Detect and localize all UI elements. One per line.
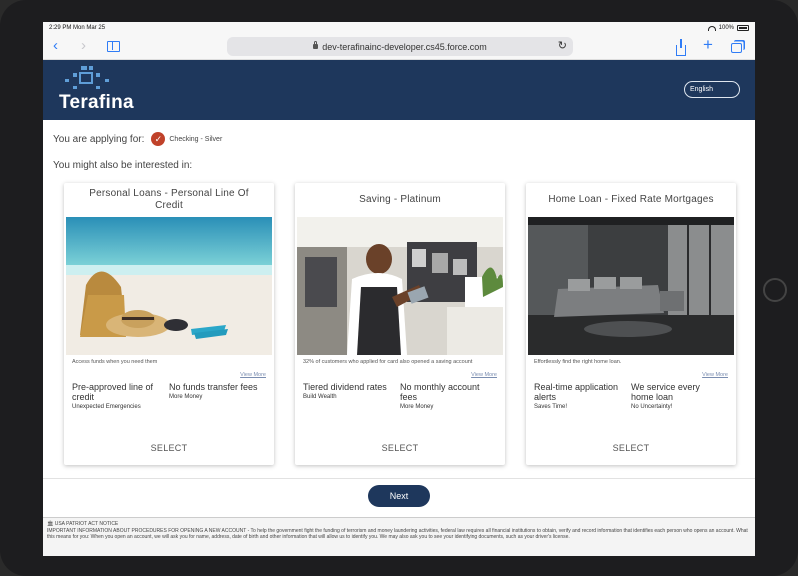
- card-features: Pre-approved line of credit Unexpected E…: [64, 382, 274, 411]
- applying-for: You are applying for: ✓ Checking - Silve…: [53, 132, 222, 146]
- notice-text: IMPORTANT INFORMATION ABOUT PROCEDURES F…: [47, 527, 748, 541]
- feature: No monthly account fees More Money: [400, 382, 497, 411]
- divider: [43, 478, 755, 479]
- card-title: Personal Loans - Personal Line Of Credit: [89, 188, 249, 211]
- product-card-saving: Saving - Platinum 32% of customers who a…: [295, 183, 505, 465]
- battery-percent: 100%: [718, 25, 734, 31]
- feature: No funds transfer fees More Money: [169, 382, 266, 411]
- feature-main: Real-time application alerts: [534, 382, 619, 402]
- applying-label: You are applying for:: [53, 133, 145, 145]
- feature: Tiered dividend rates Build Wealth: [303, 382, 400, 411]
- url-text: dev-terafinainc-developer.cs45.force.com: [322, 41, 487, 52]
- card-description: 32% of customers who applied for card al…: [303, 359, 473, 365]
- feature-sub: Unexpected Emergencies: [72, 404, 141, 410]
- card-features: Tiered dividend rates Build Wealth No mo…: [295, 382, 505, 411]
- status-time: 2:29 PM Mon Mar 25: [49, 25, 106, 31]
- select-button[interactable]: SELECT: [295, 443, 505, 453]
- feature: Pre-approved line of credit Unexpected E…: [72, 382, 169, 411]
- card-title: Saving - Platinum: [359, 194, 441, 205]
- feature-main: Pre-approved line of credit: [72, 382, 154, 402]
- patriot-act-notice: 🏛 USA PATRIOT ACT NOTICE IMPORTANT INFOR…: [43, 517, 755, 556]
- feature-main: No monthly account fees: [400, 382, 480, 402]
- lock-icon: [313, 41, 319, 49]
- feature-sub: More Money: [400, 404, 434, 410]
- site-header: Terafina English: [43, 60, 755, 120]
- back-icon[interactable]: ‹: [53, 38, 58, 54]
- browser-toolbar: ‹ › dev-terafinainc-developer.cs45.force…: [43, 34, 755, 60]
- feature-main: We service every home loan: [631, 382, 700, 402]
- forward-icon[interactable]: ›: [81, 38, 86, 54]
- status-bar: 2:29 PM Mon Mar 25 100%: [43, 22, 755, 34]
- feature-sub: Saves Time!: [534, 404, 568, 410]
- view-more-link[interactable]: View More: [64, 372, 274, 382]
- living-room-image: [528, 217, 734, 355]
- screen: 2:29 PM Mon Mar 25 100% ‹ › dev-terafina…: [43, 22, 755, 556]
- feature: Real-time application alerts Saves Time!: [534, 382, 631, 411]
- feature-sub: More Money: [169, 394, 203, 400]
- logo-text: Terafina: [59, 92, 134, 113]
- feature-sub: Build Wealth: [303, 394, 337, 400]
- card-title: Home Loan - Fixed Rate Mortgages: [548, 194, 714, 205]
- view-more-link[interactable]: View More: [526, 372, 736, 382]
- feature-main: No funds transfer fees: [169, 382, 258, 392]
- cafe-image: [297, 217, 503, 355]
- address-bar[interactable]: dev-terafinainc-developer.cs45.force.com…: [227, 37, 573, 56]
- select-button[interactable]: SELECT: [64, 443, 274, 453]
- tablet-frame: 2:29 PM Mon Mar 25 100% ‹ › dev-terafina…: [0, 0, 798, 576]
- home-button[interactable]: [763, 278, 787, 302]
- new-tab-icon[interactable]: +: [703, 36, 713, 53]
- main-content: You are applying for: ✓ Checking - Silve…: [43, 120, 755, 556]
- interested-heading: You might also be interested in:: [53, 160, 193, 171]
- wifi-icon: [707, 25, 716, 31]
- feature-main: Tiered dividend rates: [303, 382, 387, 392]
- product-card-personal-loans: Personal Loans - Personal Line Of Credit: [64, 183, 274, 465]
- feature-sub: No Uncertainty!: [631, 404, 673, 410]
- language-selector[interactable]: English: [684, 81, 740, 98]
- beach-image: [66, 217, 272, 355]
- reload-icon[interactable]: ↻: [558, 39, 567, 52]
- feature: We service every home loan No Uncertaint…: [631, 382, 728, 411]
- view-more-link[interactable]: View More: [295, 372, 505, 382]
- tabs-icon[interactable]: [731, 43, 742, 53]
- next-button[interactable]: Next: [368, 485, 430, 507]
- select-button[interactable]: SELECT: [526, 443, 736, 453]
- product-card-home-loan: Home Loan - Fixed Rate Mortgages Effortl…: [526, 183, 736, 465]
- bookmarks-icon[interactable]: [107, 41, 120, 52]
- card-description: Access funds when you need them: [72, 359, 158, 365]
- battery-icon: [737, 25, 749, 31]
- card-features: Real-time application alerts Saves Time!…: [526, 382, 736, 411]
- share-icon[interactable]: [676, 39, 686, 56]
- card-description: Effortlessly find the right home loan.: [534, 359, 622, 365]
- applied-product: Checking - Silver: [169, 135, 223, 143]
- check-icon: ✓: [151, 132, 166, 146]
- logo-icon: [61, 66, 111, 90]
